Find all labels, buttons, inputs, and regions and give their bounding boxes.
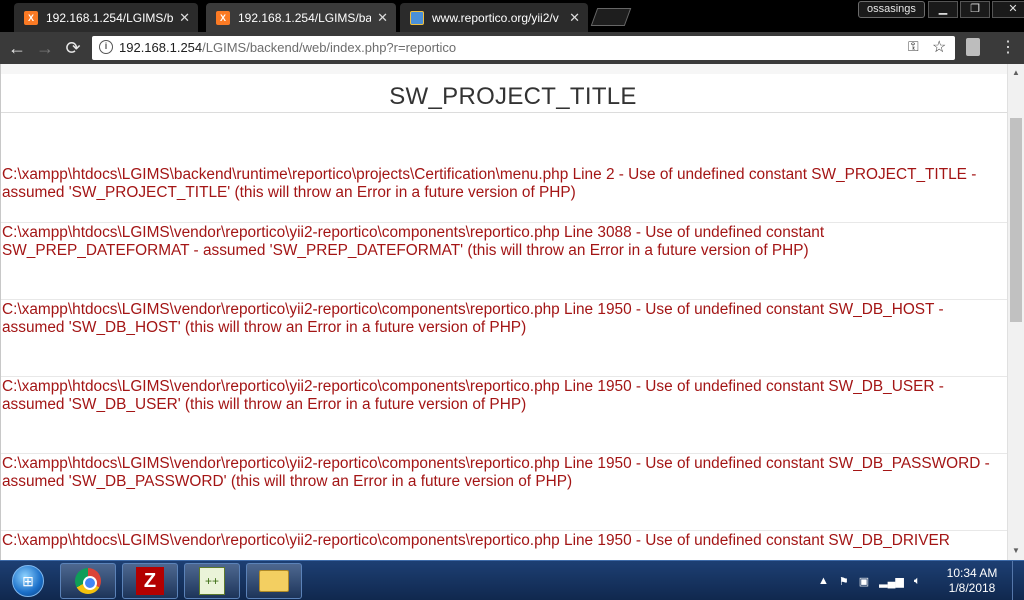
clock-date: 1/8/2018 (948, 581, 996, 595)
taskbar-explorer[interactable] (246, 563, 302, 599)
url-path: /LGIMS/backend/web/index.php?r=reportico (202, 40, 457, 55)
error-text: C:\xampp\htdocs\LGIMS\vendor\reportico\y… (2, 378, 944, 413)
tab-title: 192.168.1.254/LGIMS/ba (46, 10, 174, 25)
scroll-up-arrow-icon[interactable]: ▲ (1012, 68, 1020, 77)
error-message: C:\xampp\htdocs\LGIMS\vendor\reportico\y… (1, 454, 1007, 531)
error-text: C:\xampp\htdocs\LGIMS\backend\runtime\re… (2, 166, 977, 201)
page-title: SW_PROJECT_TITLE (389, 83, 637, 110)
error-text: C:\xampp\htdocs\LGIMS\vendor\reportico\y… (2, 455, 990, 490)
tab-title: 192.168.1.254/LGIMS/ba (238, 10, 372, 25)
page-viewport: SW_PROJECT_TITLE C:\xampp\htdocs\LGIMS\b… (0, 64, 1007, 560)
error-list: C:\xampp\htdocs\LGIMS\backend\runtime\re… (1, 165, 1007, 560)
info-icon[interactable]: i (99, 40, 113, 54)
profile-button[interactable]: ossasings (858, 1, 925, 18)
taskbar-filezilla[interactable]: Z (122, 563, 178, 599)
address-bar[interactable]: i 192.168.1.254/LGIMS/backend/web/index.… (92, 36, 955, 60)
extension-icon[interactable] (966, 38, 980, 56)
browser-title-bar: X 192.168.1.254/LGIMS/ba ✕ X 192.168.1.2… (0, 0, 1024, 32)
network-icon[interactable]: ▂▄▆ (879, 575, 904, 588)
taskbar-chrome[interactable] (60, 563, 116, 599)
show-hidden-icons-icon[interactable]: ▲ (818, 575, 829, 587)
xampp-icon: X (216, 10, 230, 25)
browser-toolbar: ← → ⟳ i 192.168.1.254/LGIMS/backend/web/… (0, 32, 1024, 64)
error-text: C:\xampp\htdocs\LGIMS\vendor\reportico\y… (2, 224, 825, 259)
tab-reportico[interactable]: www.reportico.org/yii2/v ✕ (400, 3, 588, 32)
tab-lgims-2[interactable]: X 192.168.1.254/LGIMS/ba ✕ (206, 3, 396, 32)
windows-taskbar: ⊞ Z ++ ▲ ⚑ ▣ ▂▄▆ 🔈︎ 10:34 AM 1/8/2018 (0, 560, 1024, 600)
back-button[interactable]: ← (6, 37, 28, 59)
error-message: C:\xampp\htdocs\LGIMS\vendor\reportico\y… (1, 531, 1007, 560)
folder-icon (259, 570, 289, 592)
url-host: 192.168.1.254 (119, 40, 203, 55)
chrome-icon (75, 568, 101, 594)
system-tray: ▲ ⚑ ▣ ▂▄▆ 🔈︎ (818, 561, 931, 600)
show-desktop-button[interactable] (1012, 561, 1024, 600)
system-clock[interactable]: 10:34 AM 1/8/2018 (940, 566, 1004, 596)
scroll-thumb[interactable] (1010, 118, 1022, 322)
minimize-button[interactable]: ▁ (928, 1, 958, 18)
new-tab-button[interactable] (590, 8, 632, 26)
url-text[interactable]: 192.168.1.254/LGIMS/backend/web/index.ph… (119, 40, 456, 55)
close-icon[interactable]: ✕ (179, 10, 190, 26)
taskbar-notepadpp[interactable]: ++ (184, 563, 240, 599)
tab-lgims-1[interactable]: X 192.168.1.254/LGIMS/ba ✕ (14, 3, 198, 32)
close-icon[interactable]: ✕ (569, 10, 580, 26)
error-text: C:\xampp\htdocs\LGIMS\vendor\reportico\y… (2, 301, 944, 336)
error-text: C:\xampp\htdocs\LGIMS\vendor\reportico\y… (2, 532, 950, 549)
action-center-icon[interactable]: ⚑ (839, 575, 849, 588)
start-button[interactable]: ⊞ (2, 562, 54, 600)
error-message: C:\xampp\htdocs\LGIMS\vendor\reportico\y… (1, 377, 1007, 454)
xampp-icon: X (24, 10, 38, 25)
notepad-plus-icon: ++ (199, 567, 225, 595)
error-message: C:\xampp\htdocs\LGIMS\vendor\reportico\y… (1, 223, 1007, 300)
close-window-button[interactable]: ✕ (992, 1, 1024, 18)
volume-icon[interactable]: 🔈︎ (914, 575, 921, 588)
vertical-scrollbar[interactable]: ▲ ▼ (1007, 64, 1024, 560)
error-message: C:\xampp\htdocs\LGIMS\backend\runtime\re… (1, 165, 1007, 223)
window-controls: ▁ ❐ ✕ (928, 1, 1024, 18)
tab-title: www.reportico.org/yii2/v (432, 10, 559, 25)
key-icon[interactable]: ⚿ (908, 38, 919, 55)
error-message: C:\xampp\htdocs\LGIMS\vendor\reportico\y… (1, 300, 1007, 377)
page-top-strip (1, 64, 1007, 74)
screen: X 192.168.1.254/LGIMS/ba ✕ X 192.168.1.2… (0, 0, 1024, 600)
windows-logo-icon: ⊞ (12, 565, 44, 597)
reportico-icon (410, 10, 424, 25)
clock-time: 10:34 AM (946, 566, 998, 580)
chrome-menu-icon[interactable]: ⋮ (1000, 37, 1016, 59)
scroll-down-arrow-icon[interactable]: ▼ (1012, 546, 1020, 555)
forward-button[interactable]: → (34, 37, 56, 59)
close-icon[interactable]: ✕ (377, 10, 388, 26)
restore-button[interactable]: ❐ (960, 1, 990, 18)
title-divider (1, 112, 1007, 113)
reload-button[interactable]: ⟳ (62, 37, 84, 59)
filezilla-icon: Z (136, 567, 164, 595)
power-icon[interactable]: ▣ (859, 575, 869, 588)
bookmark-star-icon[interactable]: ☆ (932, 37, 946, 57)
